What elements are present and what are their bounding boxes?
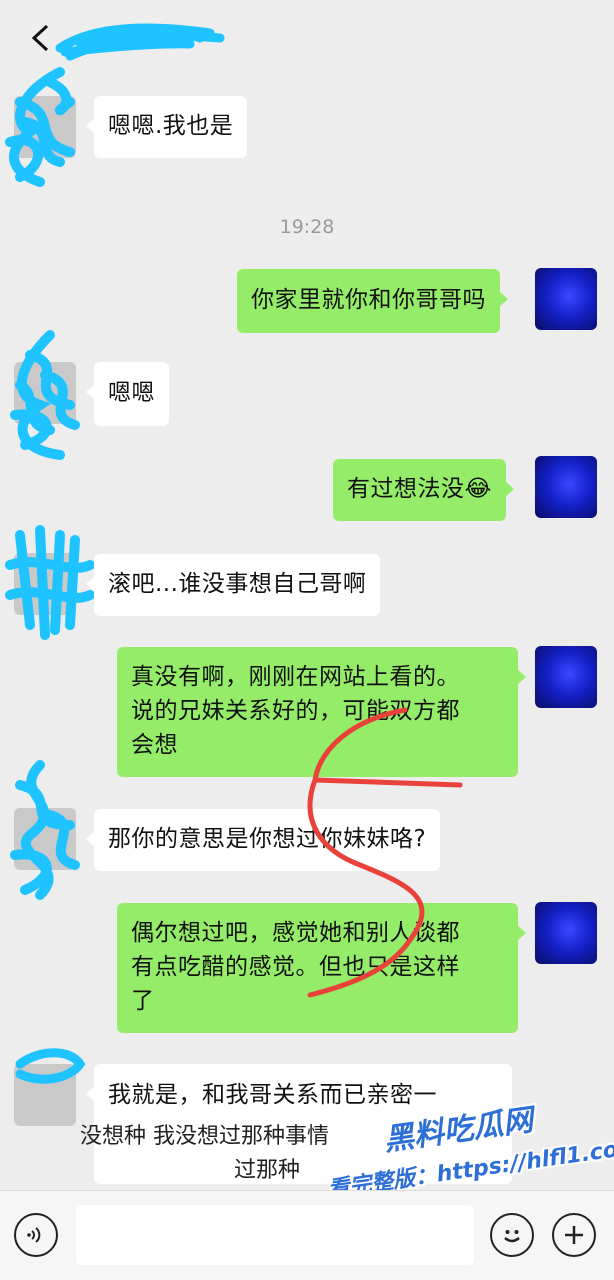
- message-line: 有点吃醋的感觉。但也只是这样: [131, 954, 460, 980]
- emoji-icon: [504, 1230, 520, 1243]
- message-line: 真没有啊，刚刚在网站上看的。: [131, 664, 460, 690]
- message-bubble-outgoing[interactable]: 有过想法没😂: [333, 459, 514, 521]
- contact-avatar[interactable]: [14, 362, 76, 424]
- voice-icon: [27, 1227, 41, 1243]
- message-bubble-incoming[interactable]: 嗯嗯: [86, 362, 169, 426]
- voice-button[interactable]: [14, 1213, 58, 1257]
- message-bubble-incoming[interactable]: 滚吧...谁没事想自己哥啊: [85, 554, 381, 616]
- plus-icon: [565, 1226, 583, 1244]
- message-bubble-outgoing[interactable]: 真没有啊，刚刚在网站上看的。 说的兄妹关系好的，可能双方都 会想: [117, 647, 526, 777]
- user-avatar[interactable]: [535, 456, 597, 518]
- message-line: 偶尔想过吧，感觉她和别人谈都: [131, 920, 460, 946]
- timestamp: 19:28: [279, 216, 335, 238]
- emoji-button[interactable]: [490, 1213, 534, 1257]
- message-line: 说的兄妹关系好的，可能双方都: [131, 698, 460, 724]
- input-toolbar: [0, 1190, 614, 1280]
- overlay-text: 过那种: [234, 1158, 301, 1183]
- user-avatar[interactable]: [535, 902, 597, 964]
- user-avatar[interactable]: [535, 646, 597, 708]
- chat-header: [0, 0, 614, 78]
- contact-avatar[interactable]: [14, 808, 76, 870]
- message-input[interactable]: [76, 1205, 474, 1265]
- message-bubble-incoming[interactable]: 那你的意思是你想过你妹妹咯?: [85, 809, 441, 871]
- user-avatar[interactable]: [535, 268, 597, 330]
- message-line: 了: [131, 988, 155, 1014]
- redacted-title-scribble: [55, 23, 225, 61]
- more-button[interactable]: [552, 1213, 596, 1257]
- message-line: 会想: [131, 732, 178, 758]
- contact-avatar[interactable]: [14, 553, 76, 615]
- contact-avatar[interactable]: [14, 96, 76, 158]
- message-bubble-outgoing[interactable]: 偶尔想过吧，感觉她和别人谈都 有点吃醋的感觉。但也只是这样 了: [117, 903, 526, 1033]
- contact-avatar[interactable]: [14, 1064, 76, 1126]
- message-bubble-outgoing[interactable]: 你家里就你和你哥哥吗: [237, 269, 508, 333]
- message-bubble-incoming[interactable]: 嗯嗯.我也是: [85, 96, 248, 158]
- chevron-left-icon: [31, 24, 49, 52]
- overlay-text: 没想种 我没想过那种事情: [80, 1124, 329, 1149]
